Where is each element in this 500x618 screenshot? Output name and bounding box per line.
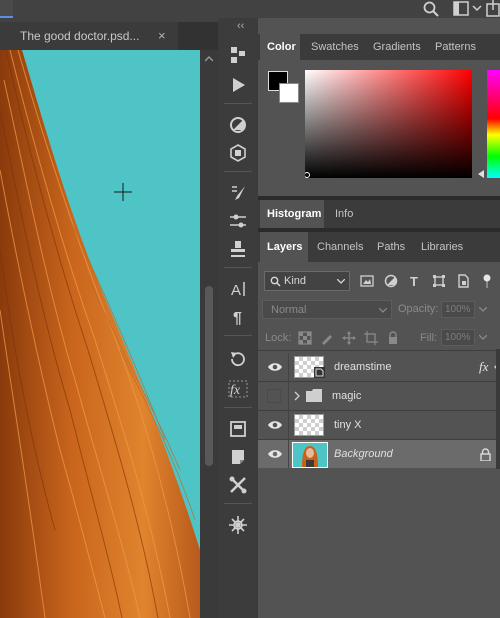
color-panel-tabs: Color Swatches Gradients Patterns [258, 34, 500, 60]
lock-all-icon[interactable] [384, 328, 402, 348]
history-brush-icon[interactable] [224, 42, 252, 68]
filter-toggle-icon[interactable] [478, 271, 496, 291]
tab-histogram[interactable]: Histogram [260, 200, 324, 228]
scroll-up-icon[interactable] [205, 56, 213, 62]
layer-thumbnail [292, 442, 328, 468]
filter-pixel-icon[interactable] [358, 271, 376, 291]
chevron-right-icon[interactable] [294, 391, 300, 401]
filter-adjustment-icon[interactable] [382, 271, 400, 291]
folder-icon [306, 389, 322, 402]
layers-panel-tabs: Layers Channels Paths Libraries [258, 232, 500, 262]
tab-color[interactable]: Color [260, 34, 300, 60]
fill-chevron-icon[interactable] [479, 335, 487, 340]
layer-row-tiny-x[interactable]: tiny X [258, 411, 500, 440]
tab-channels[interactable]: Channels [310, 232, 366, 262]
tab-patterns[interactable]: Patterns [428, 34, 484, 60]
layers-empty-area [258, 468, 500, 618]
play-action-icon[interactable] [224, 72, 252, 98]
blend-mode-select[interactable]: Normal [262, 300, 392, 319]
scrollbar-thumb[interactable] [205, 286, 213, 466]
layer-row-dreamstime[interactable]: dreamstime fx [258, 353, 500, 382]
hue-slider[interactable] [487, 70, 500, 178]
layer-name: tiny X [334, 419, 362, 431]
adjustment-icon[interactable] [224, 112, 252, 138]
visibility-toggle-empty[interactable] [267, 389, 281, 403]
close-icon[interactable]: × [158, 28, 166, 43]
menu-stub[interactable] [0, 0, 13, 18]
history-icon[interactable] [224, 346, 252, 372]
chevron-down-icon [379, 308, 387, 313]
layer-thumbnail [294, 414, 324, 436]
svg-text:¶: ¶ [233, 310, 242, 327]
tab-libraries[interactable]: Libraries [414, 232, 470, 262]
layers-separator [258, 350, 500, 351]
lock-transparent-pixels-icon[interactable] [296, 328, 314, 348]
layers-scrollbar[interactable] [496, 349, 500, 469]
layer-name: Background [334, 448, 393, 460]
opacity-value: 100% [445, 304, 471, 315]
3d-icon[interactable] [224, 140, 252, 166]
layer-name: magic [332, 390, 362, 402]
tab-gradients[interactable]: Gradients [366, 34, 426, 60]
tools-customize-icon[interactable] [224, 472, 252, 498]
workspace-icon[interactable] [452, 0, 470, 18]
opacity-label: Opacity: [398, 303, 439, 315]
layer-row-background[interactable]: Background [258, 440, 500, 469]
blend-mode-label: Normal [271, 304, 307, 316]
filter-type-icon[interactable]: T [406, 271, 424, 291]
opacity-field[interactable]: 100% [441, 301, 475, 318]
paragraph-icon[interactable]: ¶ [224, 304, 252, 330]
fx-icon[interactable]: fx [224, 376, 252, 402]
character-icon[interactable]: A [224, 276, 252, 302]
hue-marker-icon [478, 170, 484, 178]
chevron-down-icon[interactable] [472, 0, 482, 18]
lock-icon[interactable] [480, 448, 491, 461]
canvas[interactable] [0, 50, 218, 618]
canvas-scrollbar[interactable] [200, 50, 218, 618]
lock-image-pixels-icon[interactable] [318, 328, 336, 348]
brush-preset-icon[interactable] [224, 180, 252, 206]
fx-badge[interactable]: fx [479, 359, 488, 375]
filter-shape-icon[interactable] [430, 271, 448, 291]
document-tab-title: The good doctor.psd... [20, 29, 140, 43]
fill-field[interactable]: 100% [441, 329, 475, 346]
search-icon[interactable] [422, 0, 440, 18]
color-picker-field[interactable] [305, 70, 472, 178]
histogram-panel-tabs: Histogram Info [258, 200, 500, 228]
clone-source-icon[interactable] [224, 236, 252, 262]
fill-value: 100% [445, 332, 471, 343]
svg-text:A: A [231, 282, 241, 299]
tab-layers[interactable]: Layers [260, 232, 308, 262]
tab-paths[interactable]: Paths [370, 232, 410, 262]
smart-object-icon [314, 367, 325, 378]
brush-settings-icon[interactable] [224, 208, 252, 234]
lock-position-icon[interactable] [340, 328, 358, 348]
lock-label: Lock: [265, 332, 292, 344]
canvas-image [0, 50, 218, 618]
fill-label: Fill: [420, 332, 438, 344]
layer-filter-kind-select[interactable]: Kind [264, 271, 350, 291]
settings-wheel-icon[interactable] [224, 512, 252, 538]
background-color-swatch[interactable] [279, 83, 299, 103]
filter-smart-object-icon[interactable] [454, 271, 472, 291]
svg-text:fx: fx [230, 383, 241, 398]
eye-icon[interactable] [268, 448, 282, 460]
layer-row-magic[interactable]: magic [258, 382, 500, 411]
layer-comps-icon[interactable] [224, 416, 252, 442]
notes-icon[interactable] [224, 444, 252, 470]
layer-name: dreamstime [334, 361, 392, 373]
chevron-down-icon [337, 279, 345, 284]
kind-label: Kind [284, 275, 307, 287]
eye-icon[interactable] [268, 419, 282, 431]
share-icon[interactable] [486, 0, 500, 18]
opacity-chevron-icon[interactable] [479, 307, 487, 312]
document-tab[interactable]: The good doctor.psd... × [0, 22, 178, 50]
lock-artboard-icon[interactable] [362, 328, 380, 348]
svg-text:T: T [410, 274, 418, 288]
search-icon [270, 276, 281, 287]
tab-info[interactable]: Info [328, 200, 364, 228]
collapse-panels-icon[interactable]: ‹‹ [237, 20, 257, 34]
tab-swatches[interactable]: Swatches [304, 34, 360, 60]
eye-icon[interactable] [268, 361, 282, 373]
